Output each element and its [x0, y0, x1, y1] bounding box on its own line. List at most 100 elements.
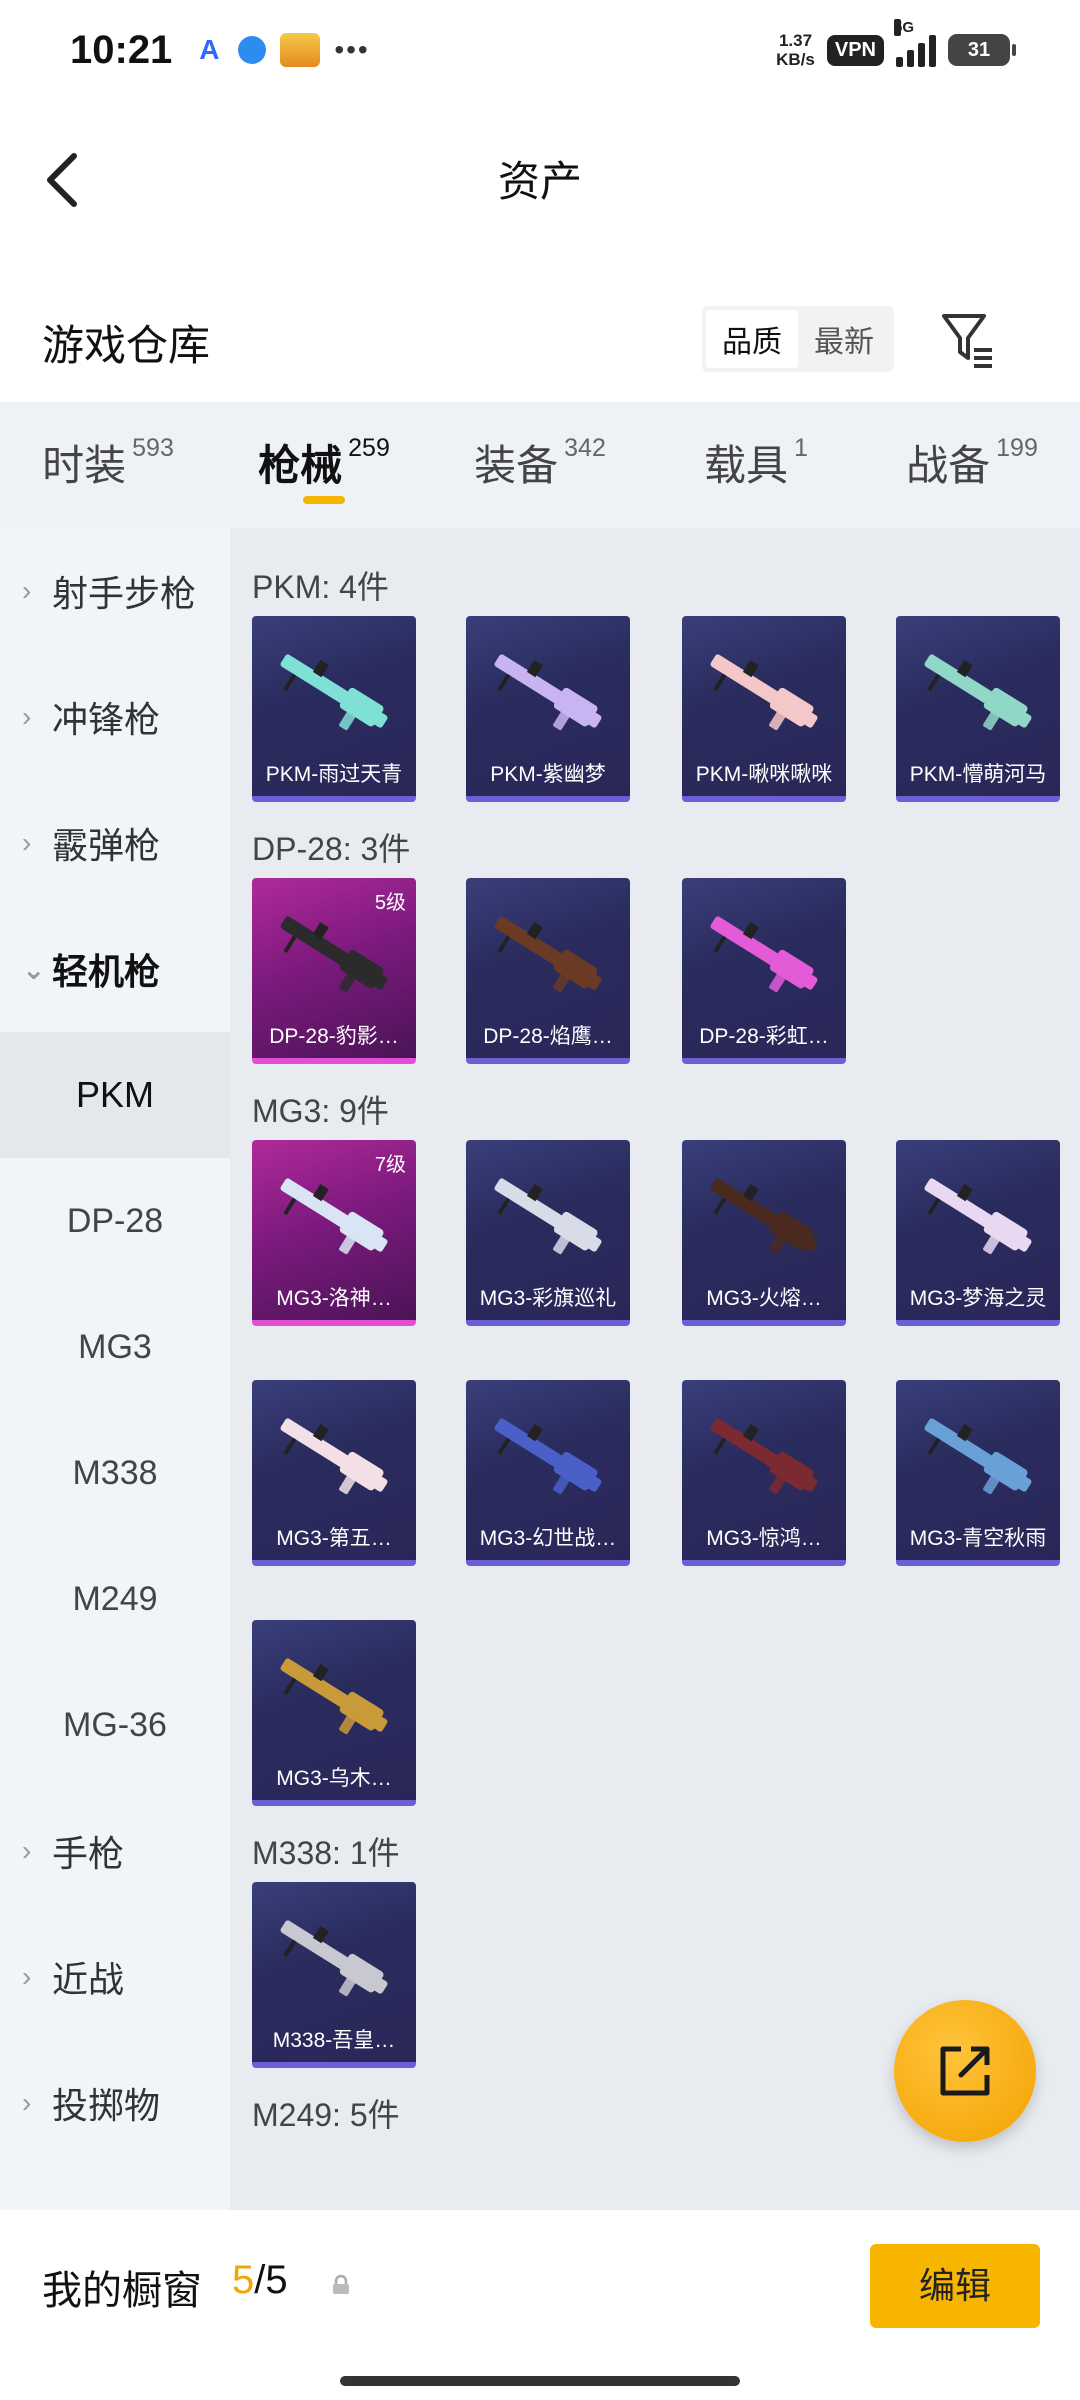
skin-name: MG3-乌木… [276, 1767, 392, 1790]
group-title: MG3: 9件 [252, 1093, 389, 1129]
sidebar-sub-m338[interactable]: M338 [0, 1410, 230, 1536]
sort-quality-button[interactable]: 品质 [706, 310, 798, 368]
share-fab-button[interactable] [894, 2000, 1036, 2142]
skin-card[interactable]: MG3-火熔… [682, 1140, 846, 1326]
gun-image [280, 1658, 388, 1735]
vpn-badge: VPN [826, 34, 884, 66]
sidebar-item-throwable[interactable]: › 投掷物 [0, 2040, 230, 2166]
sidebar-sub-pkm[interactable]: PKM [0, 1032, 230, 1158]
skin-name: MG3-彩旗巡礼 [479, 1287, 617, 1310]
skin-name: PKM-紫幽梦 [490, 763, 606, 786]
skin-card[interactable]: MG3-乌木… [252, 1620, 416, 1806]
tab-label: 载具 [704, 442, 789, 489]
skin-name: PKM-雨过天青 [265, 763, 403, 786]
skin-name: MG3-第五… [276, 1527, 392, 1550]
chevron-right-icon: › [22, 1961, 32, 1992]
sidebar-item-label: 投掷物 [52, 2085, 161, 2126]
skin-card[interactable]: MG3-彩旗巡礼 [466, 1140, 630, 1326]
home-indicator [340, 2376, 740, 2386]
showcase-count: 5/5 [232, 2258, 288, 2303]
showcase-label: 我的橱窗 [42, 2269, 202, 2313]
external-link-icon [940, 2046, 990, 2096]
tab-fashion[interactable]: 时装 593 [0, 402, 216, 528]
gun-image [710, 1418, 818, 1495]
skin-name: MG3-惊鸿… [706, 1527, 822, 1550]
skin-name: MG3-洛神… [276, 1287, 392, 1310]
skin-card[interactable]: MG3-幻世战… [466, 1380, 630, 1566]
chevron-down-icon: ⌄ [22, 953, 46, 985]
gun-image [494, 1178, 602, 1255]
skin-card[interactable]: MG3-惊鸿… [682, 1380, 846, 1566]
skin-card[interactable]: DP-28-彩虹… [682, 878, 846, 1064]
skin-card[interactable]: PKM-紫幽梦 [466, 616, 630, 802]
group-title: DP-28: 3件 [252, 831, 411, 867]
group-title: M338: 1件 [252, 1835, 400, 1871]
sidebar-item-shotgun[interactable]: › 霰弹枪 [0, 780, 230, 906]
tab-label: 枪械 [258, 442, 343, 489]
tab-label: 装备 [474, 442, 559, 489]
status-time: 10:21 [70, 27, 173, 72]
sidebar-sub-mg36[interactable]: MG-36 [0, 1662, 230, 1788]
tab-supplies[interactable]: 战备 199 [864, 402, 1080, 528]
sidebar-sub-dp28[interactable]: DP-28 [0, 1158, 230, 1284]
tab-label: 时装 [42, 442, 127, 489]
edit-button[interactable]: 编辑 [870, 2244, 1040, 2328]
sidebar-item-smg[interactable]: › 冲锋枪 [0, 654, 230, 780]
skin-card[interactable]: PKM-懵萌河马 [896, 616, 1060, 802]
battery-icon: 31 [948, 34, 1016, 66]
skin-name: MG3-火熔… [706, 1287, 822, 1310]
tab-equipment[interactable]: 装备 342 [432, 402, 648, 528]
skin-level-badge: 5级 [374, 892, 406, 914]
page-title: 资产 [497, 158, 582, 205]
more-notifications-icon: ••• [334, 34, 370, 65]
chevron-right-icon: › [22, 827, 32, 858]
skin-name: DP-28-焰鹰… [483, 1025, 613, 1048]
gun-image [494, 1418, 602, 1495]
tab-firearms[interactable]: 枪械 259 [216, 402, 432, 528]
skin-card[interactable]: M338-吾皇… [252, 1882, 416, 2068]
skin-card[interactable]: MG3-青空秋雨 [896, 1380, 1060, 1566]
sidebar-sub-m249[interactable]: M249 [0, 1536, 230, 1662]
lock-icon [333, 2274, 349, 2294]
tab-count: 342 [564, 434, 606, 462]
skin-card[interactable]: 5级 DP-28-豹影… [252, 878, 416, 1064]
skin-level-badge: 7级 [374, 1154, 406, 1176]
skin-card[interactable]: 7级 MG3-洛神… [252, 1140, 416, 1326]
skin-name: M338-吾皇… [272, 2029, 396, 2052]
skin-card[interactable]: MG3-第五… [252, 1380, 416, 1566]
net-speed-value: 1.37 [778, 31, 813, 50]
sidebar-item-pistol[interactable]: › 手枪 [0, 1788, 230, 1914]
sidebar-item-melee[interactable]: › 近战 [0, 1914, 230, 2040]
net-speed-unit: KB/s [776, 50, 815, 69]
notification-icons: A ••• [194, 33, 369, 67]
tab-count: 259 [348, 434, 390, 462]
group-title: PKM: 4件 [252, 569, 389, 605]
filter-icon[interactable] [940, 310, 996, 370]
sidebar-item-lmg[interactable]: ⌄ 轻机枪 [0, 906, 230, 1032]
gun-image [494, 916, 602, 993]
chevron-right-icon: › [22, 1835, 32, 1866]
skin-card[interactable]: PKM-啾咪啾咪 [682, 616, 846, 802]
category-tabs: 时装 593 枪械 259 装备 342 载具 1 战备 199 [0, 402, 1080, 528]
gun-image [280, 1418, 388, 1495]
tab-count: 199 [996, 434, 1038, 462]
app-a-icon: A [199, 34, 220, 65]
signal-icon: 5G [894, 19, 936, 67]
game-app-icon [280, 33, 321, 67]
sort-newest-button[interactable]: 最新 [798, 310, 890, 368]
gun-image [710, 654, 818, 731]
gun-image [494, 654, 602, 731]
browser-app-icon [238, 36, 267, 64]
tab-count: 593 [132, 434, 174, 462]
skin-name: MG3-青空秋雨 [909, 1527, 1047, 1550]
network-speed: 1.37 KB/s [776, 31, 815, 69]
sidebar-item-label: 轻机枪 [52, 951, 161, 992]
weapon-type-sidebar: › 射手步枪 › 冲锋枪 › 霰弹枪 ⌄ 轻机枪 PKM DP-28 MG3 M… [0, 528, 230, 2210]
tab-vehicles[interactable]: 载具 1 [648, 402, 864, 528]
sidebar-sub-mg3[interactable]: MG3 [0, 1284, 230, 1410]
skin-card[interactable]: MG3-梦海之灵 [896, 1140, 1060, 1326]
skin-card[interactable]: PKM-雨过天青 [252, 616, 416, 802]
sidebar-item-marksman-rifle[interactable]: › 射手步枪 [0, 528, 230, 654]
showcase-bar: 我的橱窗 5/5 编辑 [0, 2210, 1080, 2400]
skin-card[interactable]: DP-28-焰鹰… [466, 878, 630, 1064]
